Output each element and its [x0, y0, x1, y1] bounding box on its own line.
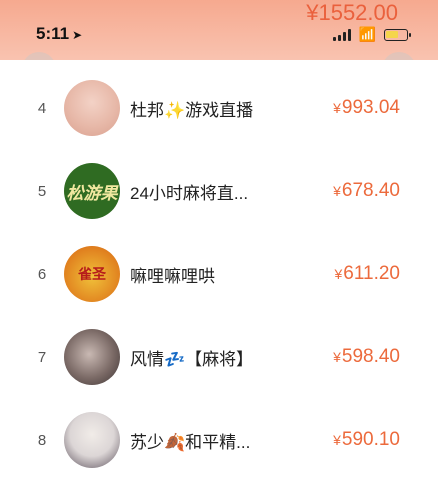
currency-symbol: ¥: [333, 349, 341, 365]
currency-symbol: ¥: [334, 266, 343, 282]
amount: ¥611.20: [288, 263, 418, 285]
amount-value: 611.20: [343, 263, 400, 284]
currency-symbol: ¥: [333, 100, 341, 116]
avatar[interactable]: [64, 412, 120, 468]
list-item[interactable]: 6 雀圣 嘛哩嘛哩哄 ¥611.20: [20, 234, 418, 314]
status-bar: 5:11 ➤ 📶: [0, 22, 438, 46]
rank-number: 4: [37, 99, 47, 117]
avatar[interactable]: [64, 80, 120, 136]
amount: ¥598.40: [288, 346, 418, 368]
amount-value: 993.04: [341, 97, 400, 118]
ranking-list: 4 杜邦✨游戏直播 ¥993.04 5 松游果 24小时麻将直... ¥678.…: [20, 60, 418, 480]
streamer-name: 嘛哩嘛哩哄: [130, 266, 215, 286]
list-item[interactable]: 5 松游果 24小时麻将直... ¥678.40: [20, 151, 418, 231]
amount: ¥678.40: [288, 180, 418, 202]
avatar-logo-text: 松游果: [66, 183, 118, 203]
streamer-name: 风情💤【麻将】: [130, 349, 254, 369]
amount: ¥993.04: [288, 97, 418, 119]
rank-number: 7: [37, 348, 47, 366]
currency-symbol: ¥: [333, 183, 341, 199]
currency-symbol: ¥: [333, 432, 341, 448]
rank-number: 5: [37, 182, 47, 200]
location-icon: ➤: [72, 28, 83, 42]
signal-icon: [332, 28, 351, 41]
amount-value: 590.10: [341, 429, 400, 450]
streamer-name: 杜邦✨游戏直播: [130, 100, 254, 120]
wifi-icon: 📶: [358, 26, 376, 42]
battery-icon: [384, 28, 411, 41]
rank-number: 8: [37, 431, 47, 449]
avatar-logo-text: 雀圣: [78, 266, 106, 282]
avatar[interactable]: [64, 329, 120, 385]
amount-value: 678.40: [341, 180, 400, 201]
streamer-name: 24小时麻将直...: [130, 183, 249, 203]
status-time-text: 5:11: [36, 24, 70, 43]
list-item[interactable]: 7 风情💤【麻将】 ¥598.40: [20, 317, 418, 397]
status-icons: 📶: [332, 26, 411, 43]
list-item[interactable]: 4 杜邦✨游戏直播 ¥993.04: [20, 68, 418, 148]
amount: ¥590.10: [288, 429, 418, 451]
status-time: 5:11 ➤: [36, 24, 82, 44]
rank-number: 6: [37, 265, 47, 283]
list-item[interactable]: 8 苏少🍂和平精... ¥590.10: [20, 400, 418, 480]
avatar[interactable]: 松游果: [64, 163, 120, 219]
avatar[interactable]: 雀圣: [64, 246, 120, 302]
amount-value: 598.40: [341, 346, 400, 367]
streamer-name: 苏少🍂和平精...: [130, 432, 251, 452]
